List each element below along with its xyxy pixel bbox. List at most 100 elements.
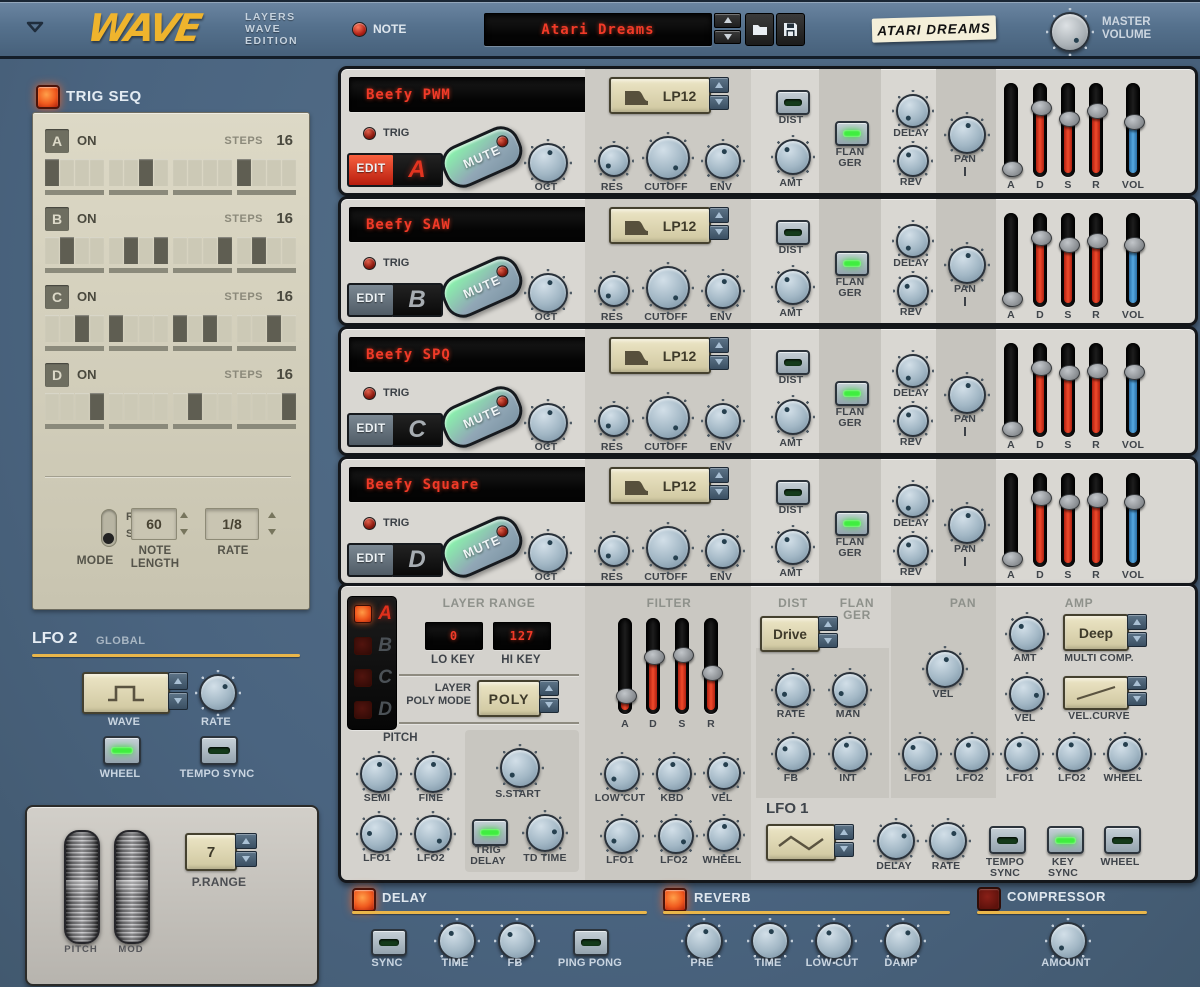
seq-on-label[interactable]: ON [77,211,97,226]
reverb-enable-button[interactable] [663,888,687,912]
oct-knob[interactable] [528,533,568,573]
seq-steps-value[interactable]: 16 [276,288,293,305]
cutoff-knob[interactable] [646,526,690,570]
lo-key-display[interactable]: 0 [425,622,483,650]
lfo1-key-sync-button[interactable] [1047,826,1084,854]
step-cell[interactable] [75,159,89,186]
filter-up-button[interactable] [709,337,729,353]
reverb-damp-knob[interactable] [884,922,922,960]
sustain-slider[interactable] [1061,83,1075,177]
step-cell[interactable] [173,315,187,342]
flanger-button[interactable] [835,381,869,406]
pitch-fine-knob[interactable] [414,755,452,793]
pitch-semi-knob[interactable] [360,755,398,793]
volume-slider[interactable] [1126,213,1140,307]
amp-wheel-knob[interactable] [1107,736,1143,772]
env-knob[interactable] [705,403,741,439]
lfo1-wave-selector[interactable] [766,824,836,861]
pan-vel-knob[interactable] [926,650,964,688]
mute-button[interactable]: MUTE [436,510,529,584]
step-cell[interactable] [252,237,266,264]
step-cell[interactable] [252,315,266,342]
dist-button[interactable] [776,220,810,245]
multi-comp-down[interactable] [1127,632,1147,648]
step-cell[interactable] [267,315,281,342]
attack-slider[interactable] [1004,213,1018,307]
step-cell[interactable] [90,393,104,420]
lfo1-rate-knob[interactable] [929,822,967,860]
td-time-knob[interactable] [526,814,564,852]
amp-vel-knob[interactable] [1009,676,1045,712]
res-knob[interactable] [598,275,630,307]
lfo1-delay-knob[interactable] [877,822,915,860]
flanger-button[interactable] [835,251,869,276]
step-cell[interactable] [218,159,232,186]
edit-button[interactable]: EDIT [347,153,395,187]
sample-start-knob[interactable] [500,748,540,788]
step-cell[interactable] [218,315,232,342]
decay-slider[interactable] [1033,83,1047,177]
seq-on-label[interactable]: ON [77,289,97,304]
dist-up[interactable] [818,616,838,631]
dist-amt-knob[interactable] [775,139,811,175]
env-knob[interactable] [705,143,741,179]
pan-knob[interactable] [948,376,986,414]
multi-comp-selector[interactable]: Deep [1063,614,1129,651]
sustain-slider[interactable] [1061,343,1075,437]
filter-lfo2-knob[interactable] [658,818,694,854]
decay-slider[interactable] [1033,343,1047,437]
step-cell[interactable] [203,393,217,420]
step-cell[interactable] [203,315,217,342]
note-length-up[interactable] [175,507,193,522]
step-cell[interactable] [75,315,89,342]
ping-pong-button[interactable] [573,929,609,956]
pitch-wheel[interactable] [64,830,100,944]
filter-down-button[interactable] [709,95,729,111]
reverb-send-knob[interactable] [897,405,929,437]
delay-sync-button[interactable] [371,929,407,956]
step-grid[interactable] [45,315,297,342]
step-cell[interactable] [173,159,187,186]
release-slider[interactable] [1089,343,1103,437]
step-cell[interactable] [154,315,168,342]
seq-row-letter[interactable]: B [45,207,69,231]
seq-steps-value[interactable]: 16 [276,210,293,227]
filter-kbd-knob[interactable] [656,756,692,792]
layer-select-c[interactable]: C [354,665,392,691]
volume-slider[interactable] [1126,473,1140,567]
res-knob[interactable] [598,535,630,567]
pan-knob[interactable] [948,506,986,544]
reverb-send-knob[interactable] [897,145,929,177]
filter-down-button[interactable] [709,225,729,241]
rate-value[interactable]: 1/8 [205,508,259,540]
step-grid[interactable] [45,159,297,186]
step-cell[interactable] [267,159,281,186]
step-cell[interactable] [109,237,123,264]
filter-attack-slider[interactable] [618,618,632,714]
lfo2-wave-down[interactable] [168,692,188,710]
load-preset-button[interactable] [745,13,774,46]
compressor-enable-button[interactable] [977,887,1001,911]
amp-lfo1-knob[interactable] [1004,736,1040,772]
edit-button[interactable]: EDIT [347,283,395,317]
step-cell[interactable] [60,159,74,186]
step-cell[interactable] [139,159,153,186]
res-knob[interactable] [598,145,630,177]
step-cell[interactable] [45,237,59,264]
delay-enable-button[interactable] [352,888,376,912]
dist-button[interactable] [776,350,810,375]
global-preset-display[interactable]: Atari Dreams [484,13,712,46]
lfo2-rate-knob[interactable] [199,674,237,712]
pitch-lfo2-knob[interactable] [414,815,452,853]
filter-up-button[interactable] [709,77,729,93]
seq-steps-value[interactable]: 16 [276,132,293,149]
vel-curve-selector[interactable] [1063,676,1129,710]
reverb-send-knob[interactable] [897,275,929,307]
cutoff-knob[interactable] [646,136,690,180]
delay-send-knob[interactable] [896,484,930,518]
step-cell[interactable] [109,393,123,420]
lfo2-wave-up[interactable] [168,672,188,690]
step-cell[interactable] [90,237,104,264]
filter-lfo1-knob[interactable] [604,818,640,854]
step-cell[interactable] [75,237,89,264]
